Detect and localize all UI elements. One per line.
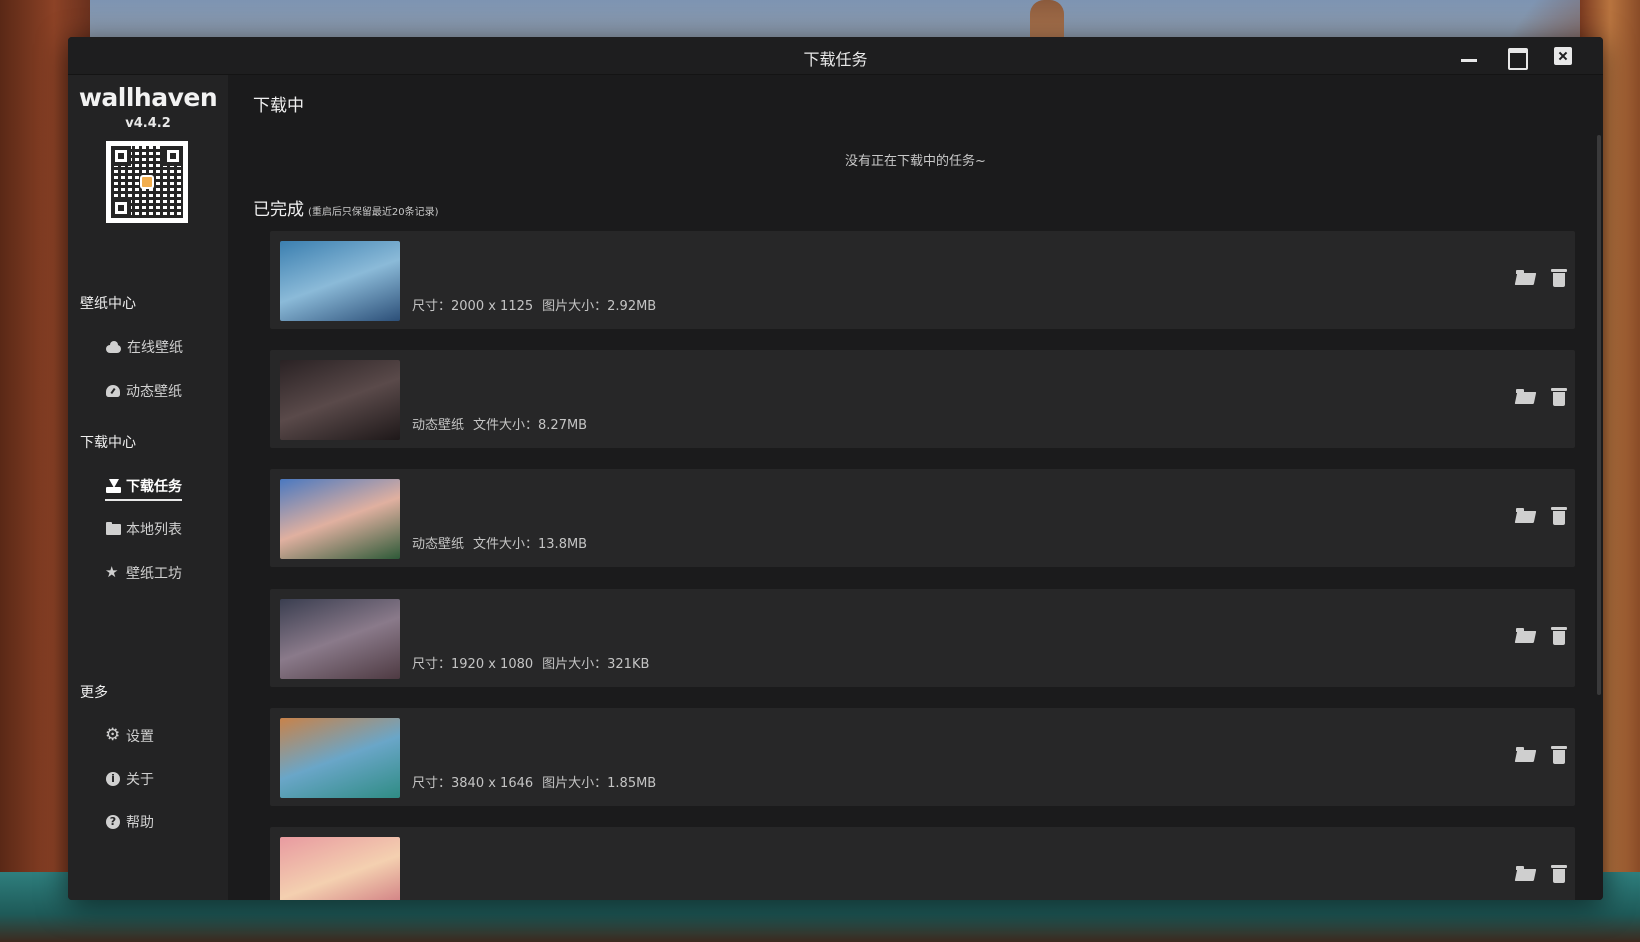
wallpaper-thumbnail[interactable] <box>280 241 400 321</box>
title-bar[interactable]: 下载任务 <box>68 37 1603 75</box>
nav-section-wallpaper-center: 壁纸中心 <box>80 296 136 312</box>
minimize-button[interactable] <box>1460 47 1478 65</box>
wallpaper-thumbnail[interactable] <box>280 718 400 798</box>
sidebar-item-wallpaper-workshop[interactable]: 壁纸工坊 <box>105 562 182 584</box>
cloud-icon <box>105 339 122 355</box>
downloading-empty-message: 没有正在下载中的任务~ <box>845 154 986 169</box>
trash-icon[interactable] <box>1551 626 1567 646</box>
list-item[interactable]: 尺寸：2000 x 1125 图片大小：2.92MB <box>270 231 1575 329</box>
folder-open-icon[interactable] <box>1515 864 1537 884</box>
downloading-title: 下载中 <box>253 96 304 116</box>
completed-note: (重启后只保留最近20条记录) <box>308 207 439 218</box>
sidebar-item-dynamic-wallpaper[interactable]: 动态壁纸 <box>105 380 182 402</box>
sidebar-item-label: 关于 <box>126 772 154 788</box>
folder-open-icon[interactable] <box>1515 506 1537 526</box>
maximize-button[interactable] <box>1507 47 1528 70</box>
item-info: 尺寸：1920 x 1080 图片大小：321KB <box>412 653 649 672</box>
item-size: 图片大小：2.92MB <box>542 299 657 314</box>
wallpaper-thumbnail[interactable] <box>280 479 400 559</box>
sidebar-item-online-wallpaper[interactable]: 在线壁纸 <box>105 336 183 358</box>
nav-section-more: 更多 <box>80 685 108 701</box>
sidebar-item-label: 壁纸工坊 <box>126 566 182 582</box>
item-size: 图片大小：321KB <box>542 657 650 672</box>
trash-icon[interactable] <box>1551 268 1567 288</box>
item-info: 动态壁纸 文件大小：8.27MB <box>412 414 587 433</box>
sidebar-item-download-tasks[interactable]: 下载任务 <box>105 475 182 501</box>
sidebar-item-help[interactable]: 帮助 <box>105 811 154 833</box>
list-item[interactable]: 动态壁纸 文件大小：13.8MB <box>270 469 1575 567</box>
item-size: 文件大小：13.8MB <box>473 537 588 552</box>
list-item[interactable] <box>270 827 1575 900</box>
item-size: 文件大小：8.27MB <box>473 418 588 433</box>
item-type: 动态壁纸 <box>412 537 465 552</box>
item-size: 图片大小：1.85MB <box>542 776 657 791</box>
sidebar-item-label: 动态壁纸 <box>126 384 182 400</box>
app-logo: wallhaven <box>78 83 218 112</box>
trash-icon[interactable] <box>1551 506 1567 526</box>
wallpaper-thumbnail[interactable] <box>280 360 400 440</box>
wallpaper-thumbnail[interactable] <box>280 837 400 900</box>
close-button[interactable] <box>1554 47 1572 65</box>
item-type: 动态壁纸 <box>412 418 465 433</box>
scrollbar[interactable] <box>1597 135 1601 695</box>
sidebar-item-label: 在线壁纸 <box>127 340 183 356</box>
sidebar-item-label: 本地列表 <box>126 522 182 538</box>
trash-icon[interactable] <box>1551 745 1567 765</box>
gauge-icon <box>105 383 121 399</box>
list-item[interactable]: 尺寸：3840 x 1646 图片大小：1.85MB <box>270 708 1575 806</box>
nav-section-download-center: 下载中心 <box>80 435 136 451</box>
sidebar-item-local-list[interactable]: 本地列表 <box>105 518 182 540</box>
item-dimensions: 尺寸：1920 x 1080 <box>412 657 534 672</box>
sidebar-item-about[interactable]: 关于 <box>105 768 154 790</box>
completed-title: 已完成 (重启后只保留最近20条记录) <box>253 195 439 220</box>
folder-icon <box>105 521 121 537</box>
trash-icon[interactable] <box>1551 864 1567 884</box>
sidebar-item-settings[interactable]: 设置 <box>105 725 154 747</box>
list-item[interactable]: 动态壁纸 文件大小：8.27MB <box>270 350 1575 448</box>
window-title: 下载任务 <box>803 50 868 69</box>
app-window: 下载任务 wallhaven v4.4.2 壁纸中心 在线壁纸 动态壁纸 下载中… <box>68 37 1603 900</box>
folder-open-icon[interactable] <box>1515 268 1537 288</box>
completed-title-text: 已完成 <box>253 200 304 220</box>
info-icon <box>105 771 121 787</box>
item-dimensions: 尺寸：3840 x 1646 <box>412 776 534 791</box>
sidebar-item-label: 下载任务 <box>126 479 182 495</box>
desktop-background-tower <box>1030 0 1064 40</box>
sidebar-item-label: 设置 <box>126 729 154 745</box>
sidebar-item-label: 帮助 <box>126 815 154 831</box>
item-info: 尺寸：2000 x 1125 图片大小：2.92MB <box>412 295 656 314</box>
item-dimensions: 尺寸：2000 x 1125 <box>412 299 534 314</box>
download-icon <box>105 478 121 494</box>
trash-icon[interactable] <box>1551 387 1567 407</box>
gear-icon <box>105 725 121 745</box>
item-info: 动态壁纸 文件大小：13.8MB <box>412 533 587 552</box>
sidebar: wallhaven v4.4.2 壁纸中心 在线壁纸 动态壁纸 下载中心 下载任… <box>68 75 228 900</box>
folder-open-icon[interactable] <box>1515 387 1537 407</box>
wallpaper-thumbnail[interactable] <box>280 599 400 679</box>
folder-open-icon[interactable] <box>1515 626 1537 646</box>
list-item[interactable]: 尺寸：1920 x 1080 图片大小：321KB <box>270 589 1575 687</box>
qr-code <box>106 141 188 223</box>
folder-open-icon[interactable] <box>1515 745 1537 765</box>
app-version: v4.4.2 <box>125 116 171 131</box>
item-info: 尺寸：3840 x 1646 图片大小：1.85MB <box>412 772 656 791</box>
main-content: 下载中 没有正在下载中的任务~ 已完成 (重启后只保留最近20条记录) 尺寸：20… <box>228 75 1603 900</box>
star-icon <box>105 563 121 581</box>
help-icon <box>105 814 121 830</box>
